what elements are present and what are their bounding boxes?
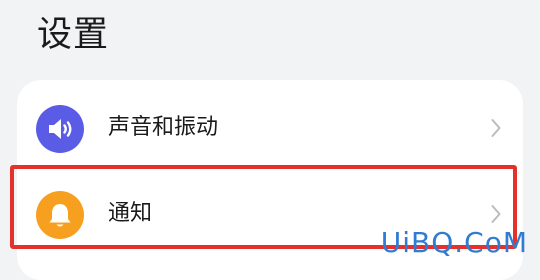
watermark: UiBQ.CoM <box>380 226 528 259</box>
chevron-right-icon <box>491 119 501 137</box>
page-title: 设置 <box>37 15 110 55</box>
speaker-icon <box>36 105 84 153</box>
settings-item-sound-and-vibration[interactable]: 声音和振动 <box>17 86 523 172</box>
settings-item-label: 声音和振动 <box>108 115 219 140</box>
